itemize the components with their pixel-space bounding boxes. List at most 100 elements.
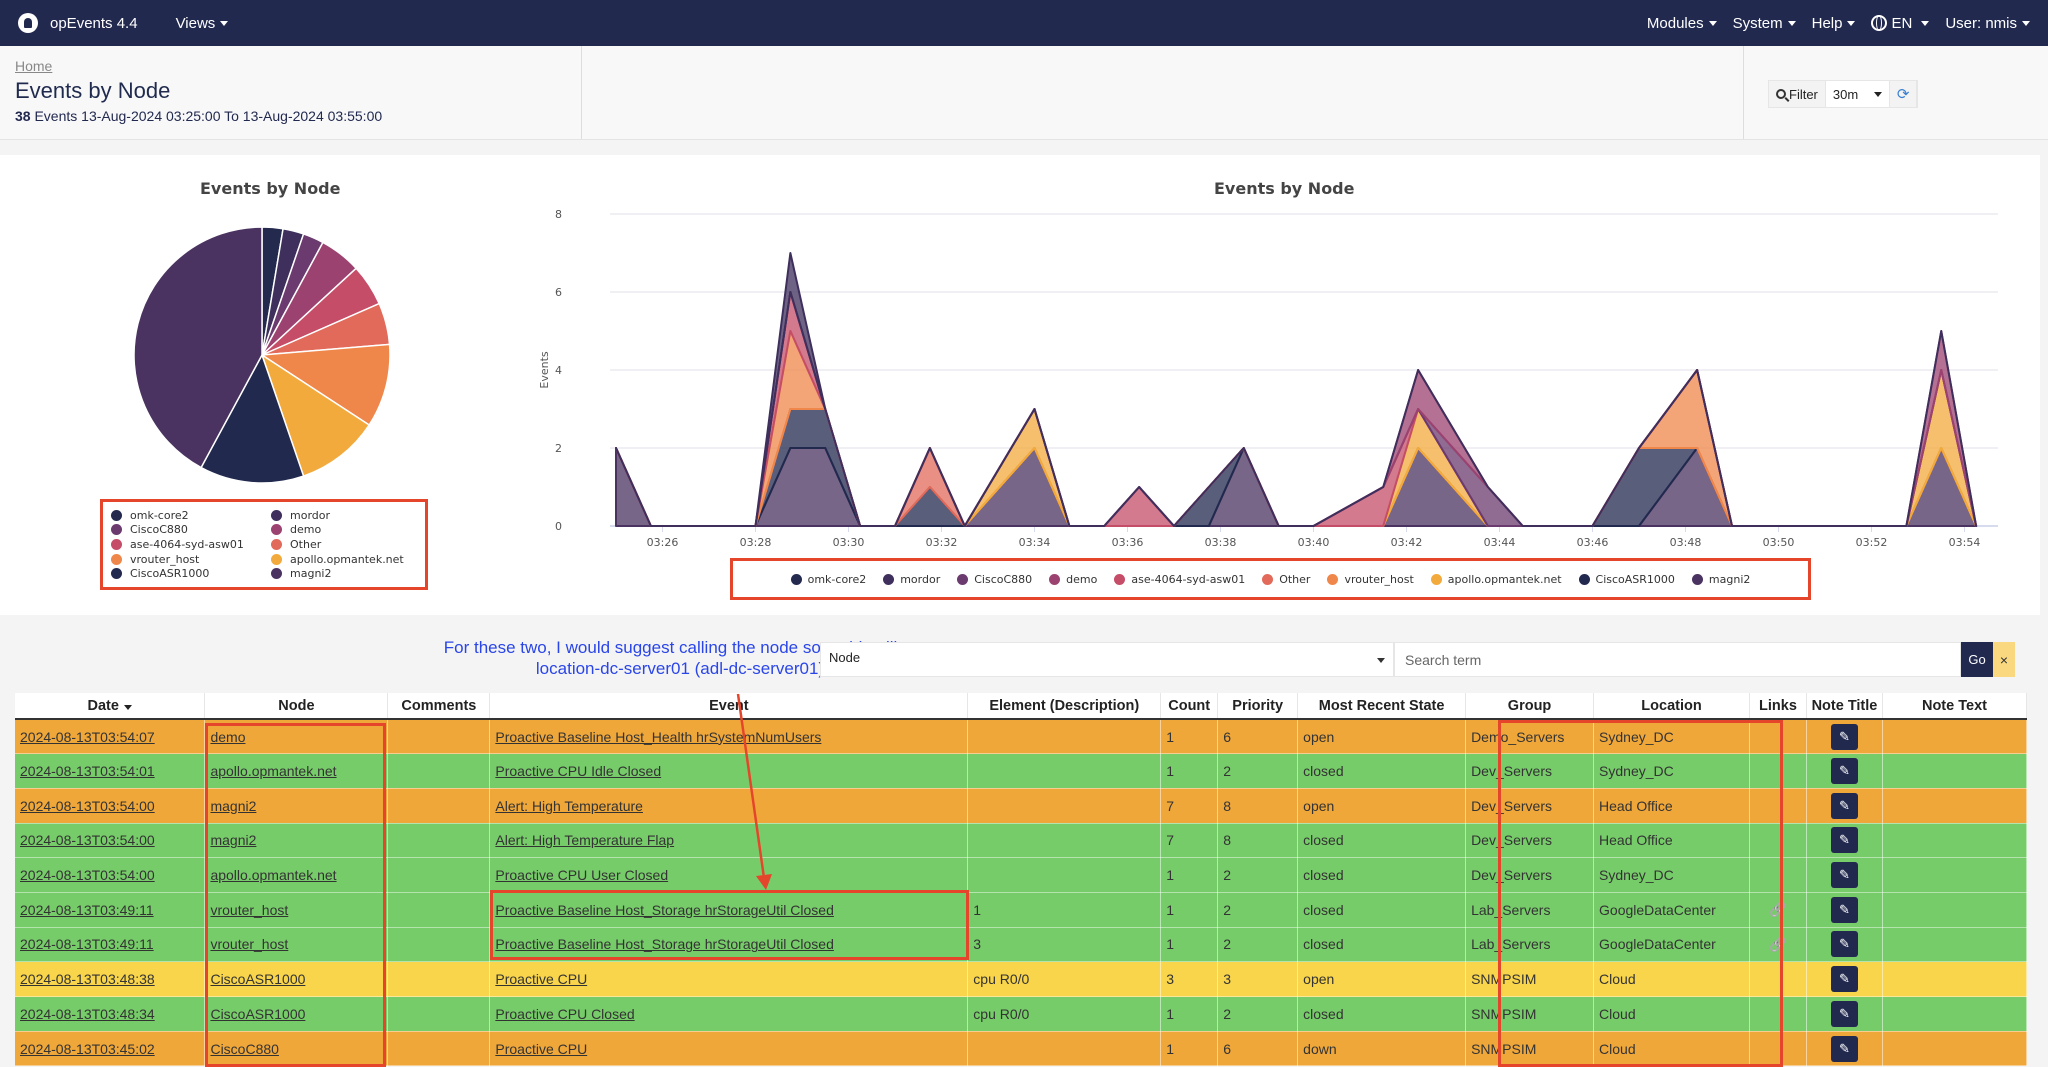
count-cell: 7 (1160, 788, 1219, 824)
area-legend-item[interactable]: Other (1262, 572, 1310, 587)
node-link[interactable]: vrouter_host (210, 902, 288, 918)
event-link[interactable]: Proactive CPU (495, 971, 587, 987)
views-menu[interactable]: Views (176, 15, 229, 32)
pie-legend-item[interactable]: CiscoASR1000 (111, 566, 271, 581)
node-link[interactable]: CiscoASR1000 (210, 971, 305, 987)
date-link[interactable]: 2024-08-13T03:48:38 (20, 971, 155, 987)
column-header-date[interactable]: Date (15, 693, 206, 720)
area-series-magni2[interactable] (615, 447, 1978, 527)
legend-label: demo (1066, 572, 1098, 586)
refresh-button[interactable]: ⟳ (1890, 81, 1918, 107)
area-legend-item[interactable]: CiscoASR1000 (1578, 572, 1675, 587)
help-menu[interactable]: Help (1812, 15, 1856, 32)
node-link[interactable]: apollo.opmantek.net (210, 867, 336, 883)
edit-note-icon[interactable]: ✎ (1830, 896, 1858, 923)
area-legend-item[interactable]: magni2 (1691, 572, 1750, 587)
edit-note-icon[interactable]: ✎ (1830, 966, 1858, 993)
date-link[interactable]: 2024-08-13T03:49:11 (20, 936, 154, 952)
node-link[interactable]: magni2 (210, 832, 256, 848)
date-link[interactable]: 2024-08-13T03:45:02 (20, 1041, 155, 1057)
edit-note-icon[interactable]: ✎ (1830, 1000, 1858, 1027)
date-link[interactable]: 2024-08-13T03:54:01 (20, 763, 155, 779)
language-menu[interactable]: EN (1871, 15, 1930, 32)
system-menu[interactable]: System (1733, 15, 1796, 32)
area-legend-item[interactable]: apollo.opmantek.net (1430, 572, 1562, 587)
node-link[interactable]: vrouter_host (210, 936, 288, 952)
event-link[interactable]: Proactive Baseline Host_Storage hrStorag… (495, 936, 834, 952)
column-header-location[interactable]: Location (1593, 693, 1750, 720)
event-link[interactable]: Proactive CPU Closed (495, 1006, 634, 1022)
pie-legend-item[interactable]: mordor (271, 508, 431, 523)
user-menu[interactable]: User: nmis (1945, 15, 2030, 32)
column-header-most-recent-state[interactable]: Most Recent State (1297, 693, 1467, 720)
event-link[interactable]: Proactive CPU (495, 1041, 587, 1057)
edit-note-icon[interactable]: ✎ (1830, 827, 1858, 854)
column-header-note-text[interactable]: Note Text (1882, 693, 2028, 720)
pie-legend-item[interactable]: Other (271, 537, 431, 552)
event-link[interactable]: Proactive CPU User Closed (495, 867, 668, 883)
column-header-node[interactable]: Node (204, 693, 389, 720)
date-link[interactable]: 2024-08-13T03:54:00 (20, 867, 155, 883)
date-link[interactable]: 2024-08-13T03:54:00 (20, 798, 155, 814)
node-link[interactable]: magni2 (210, 798, 256, 814)
pie-legend-item[interactable]: magni2 (271, 566, 431, 581)
pie-legend-item[interactable]: CiscoC880 (111, 523, 271, 538)
app-brand[interactable]: opEvents 4.4 (50, 15, 138, 32)
date-link[interactable]: 2024-08-13T03:49:11 (20, 902, 154, 918)
column-header-count[interactable]: Count (1160, 693, 1219, 720)
x-tick-label: 03:34 (1019, 536, 1051, 549)
edit-note-icon[interactable]: ✎ (1830, 862, 1858, 889)
event-link[interactable]: Alert: High Temperature Flap (495, 832, 674, 848)
date-link[interactable]: 2024-08-13T03:48:34 (20, 1006, 155, 1022)
filter-button[interactable]: Filter (1769, 81, 1826, 107)
modules-menu[interactable]: Modules (1647, 15, 1717, 32)
column-header-links[interactable]: Links (1749, 693, 1807, 720)
column-header-group[interactable]: Group (1465, 693, 1595, 720)
date-link[interactable]: 2024-08-13T03:54:07 (20, 729, 155, 745)
area-legend-item[interactable]: ase-4064-syd-asw01 (1114, 572, 1245, 587)
edit-note-icon[interactable]: ✎ (1830, 792, 1858, 819)
pie-legend-item[interactable]: ase-4064-syd-asw01 (111, 537, 271, 552)
area-legend-item[interactable]: CiscoC880 (957, 572, 1032, 587)
column-header-element-description[interactable]: Element (Description) (967, 693, 1162, 720)
pie-chart-title: Events by Node (200, 179, 341, 198)
chevron-down-icon (1787, 20, 1796, 26)
edit-note-icon[interactable]: ✎ (1830, 758, 1858, 785)
pie-legend-item[interactable]: omk-core2 (111, 508, 271, 523)
period-select[interactable]: 30m (1825, 81, 1890, 107)
breadcrumb-home[interactable]: Home (15, 58, 566, 74)
search-field-select[interactable]: Node (820, 642, 1394, 677)
element-cell (967, 857, 1162, 893)
event-link[interactable]: Proactive CPU Idle Closed (495, 763, 661, 779)
area-legend-item[interactable]: mordor (883, 572, 940, 587)
date-link[interactable]: 2024-08-13T03:54:00 (20, 832, 155, 848)
area-legend-item[interactable]: vrouter_host (1327, 572, 1414, 587)
edit-note-icon[interactable]: ✎ (1830, 723, 1858, 750)
opevents-logo-icon[interactable] (18, 13, 38, 33)
event-link[interactable]: Proactive Baseline Host_Storage hrStorag… (495, 902, 834, 918)
link-icon[interactable]: 🔗 (1769, 936, 1786, 952)
go-button[interactable]: Go (1961, 642, 1993, 677)
legend-label: apollo.opmantek.net (1447, 572, 1562, 586)
edit-note-icon[interactable]: ✎ (1830, 931, 1858, 958)
area-legend-item[interactable]: omk-core2 (790, 572, 866, 587)
annotation-arrow (736, 693, 772, 890)
pie-legend-item[interactable]: demo (271, 523, 431, 538)
pie-legend-item[interactable]: vrouter_host (111, 552, 271, 567)
area-legend-item[interactable]: demo (1049, 572, 1097, 587)
column-header-comments[interactable]: Comments (387, 693, 491, 720)
pie-legend-item[interactable]: apollo.opmantek.net (271, 552, 431, 567)
column-header-priority[interactable]: Priority (1217, 693, 1299, 720)
edit-note-icon[interactable]: ✎ (1830, 1035, 1858, 1062)
search-input[interactable] (1394, 642, 1961, 677)
legend-label: CiscoASR1000 (1595, 572, 1675, 586)
state-cell: down (1297, 1031, 1467, 1067)
node-link[interactable]: apollo.opmantek.net (210, 763, 336, 779)
node-link[interactable]: demo (210, 729, 245, 745)
column-header-note-title[interactable]: Note Title (1806, 693, 1883, 720)
event-link[interactable]: Alert: High Temperature (495, 798, 643, 814)
link-icon[interactable]: 🔗 (1769, 901, 1786, 917)
node-link[interactable]: CiscoC880 (210, 1041, 278, 1057)
node-link[interactable]: CiscoASR1000 (210, 1006, 305, 1022)
clear-search-button[interactable]: × (1993, 642, 2015, 677)
